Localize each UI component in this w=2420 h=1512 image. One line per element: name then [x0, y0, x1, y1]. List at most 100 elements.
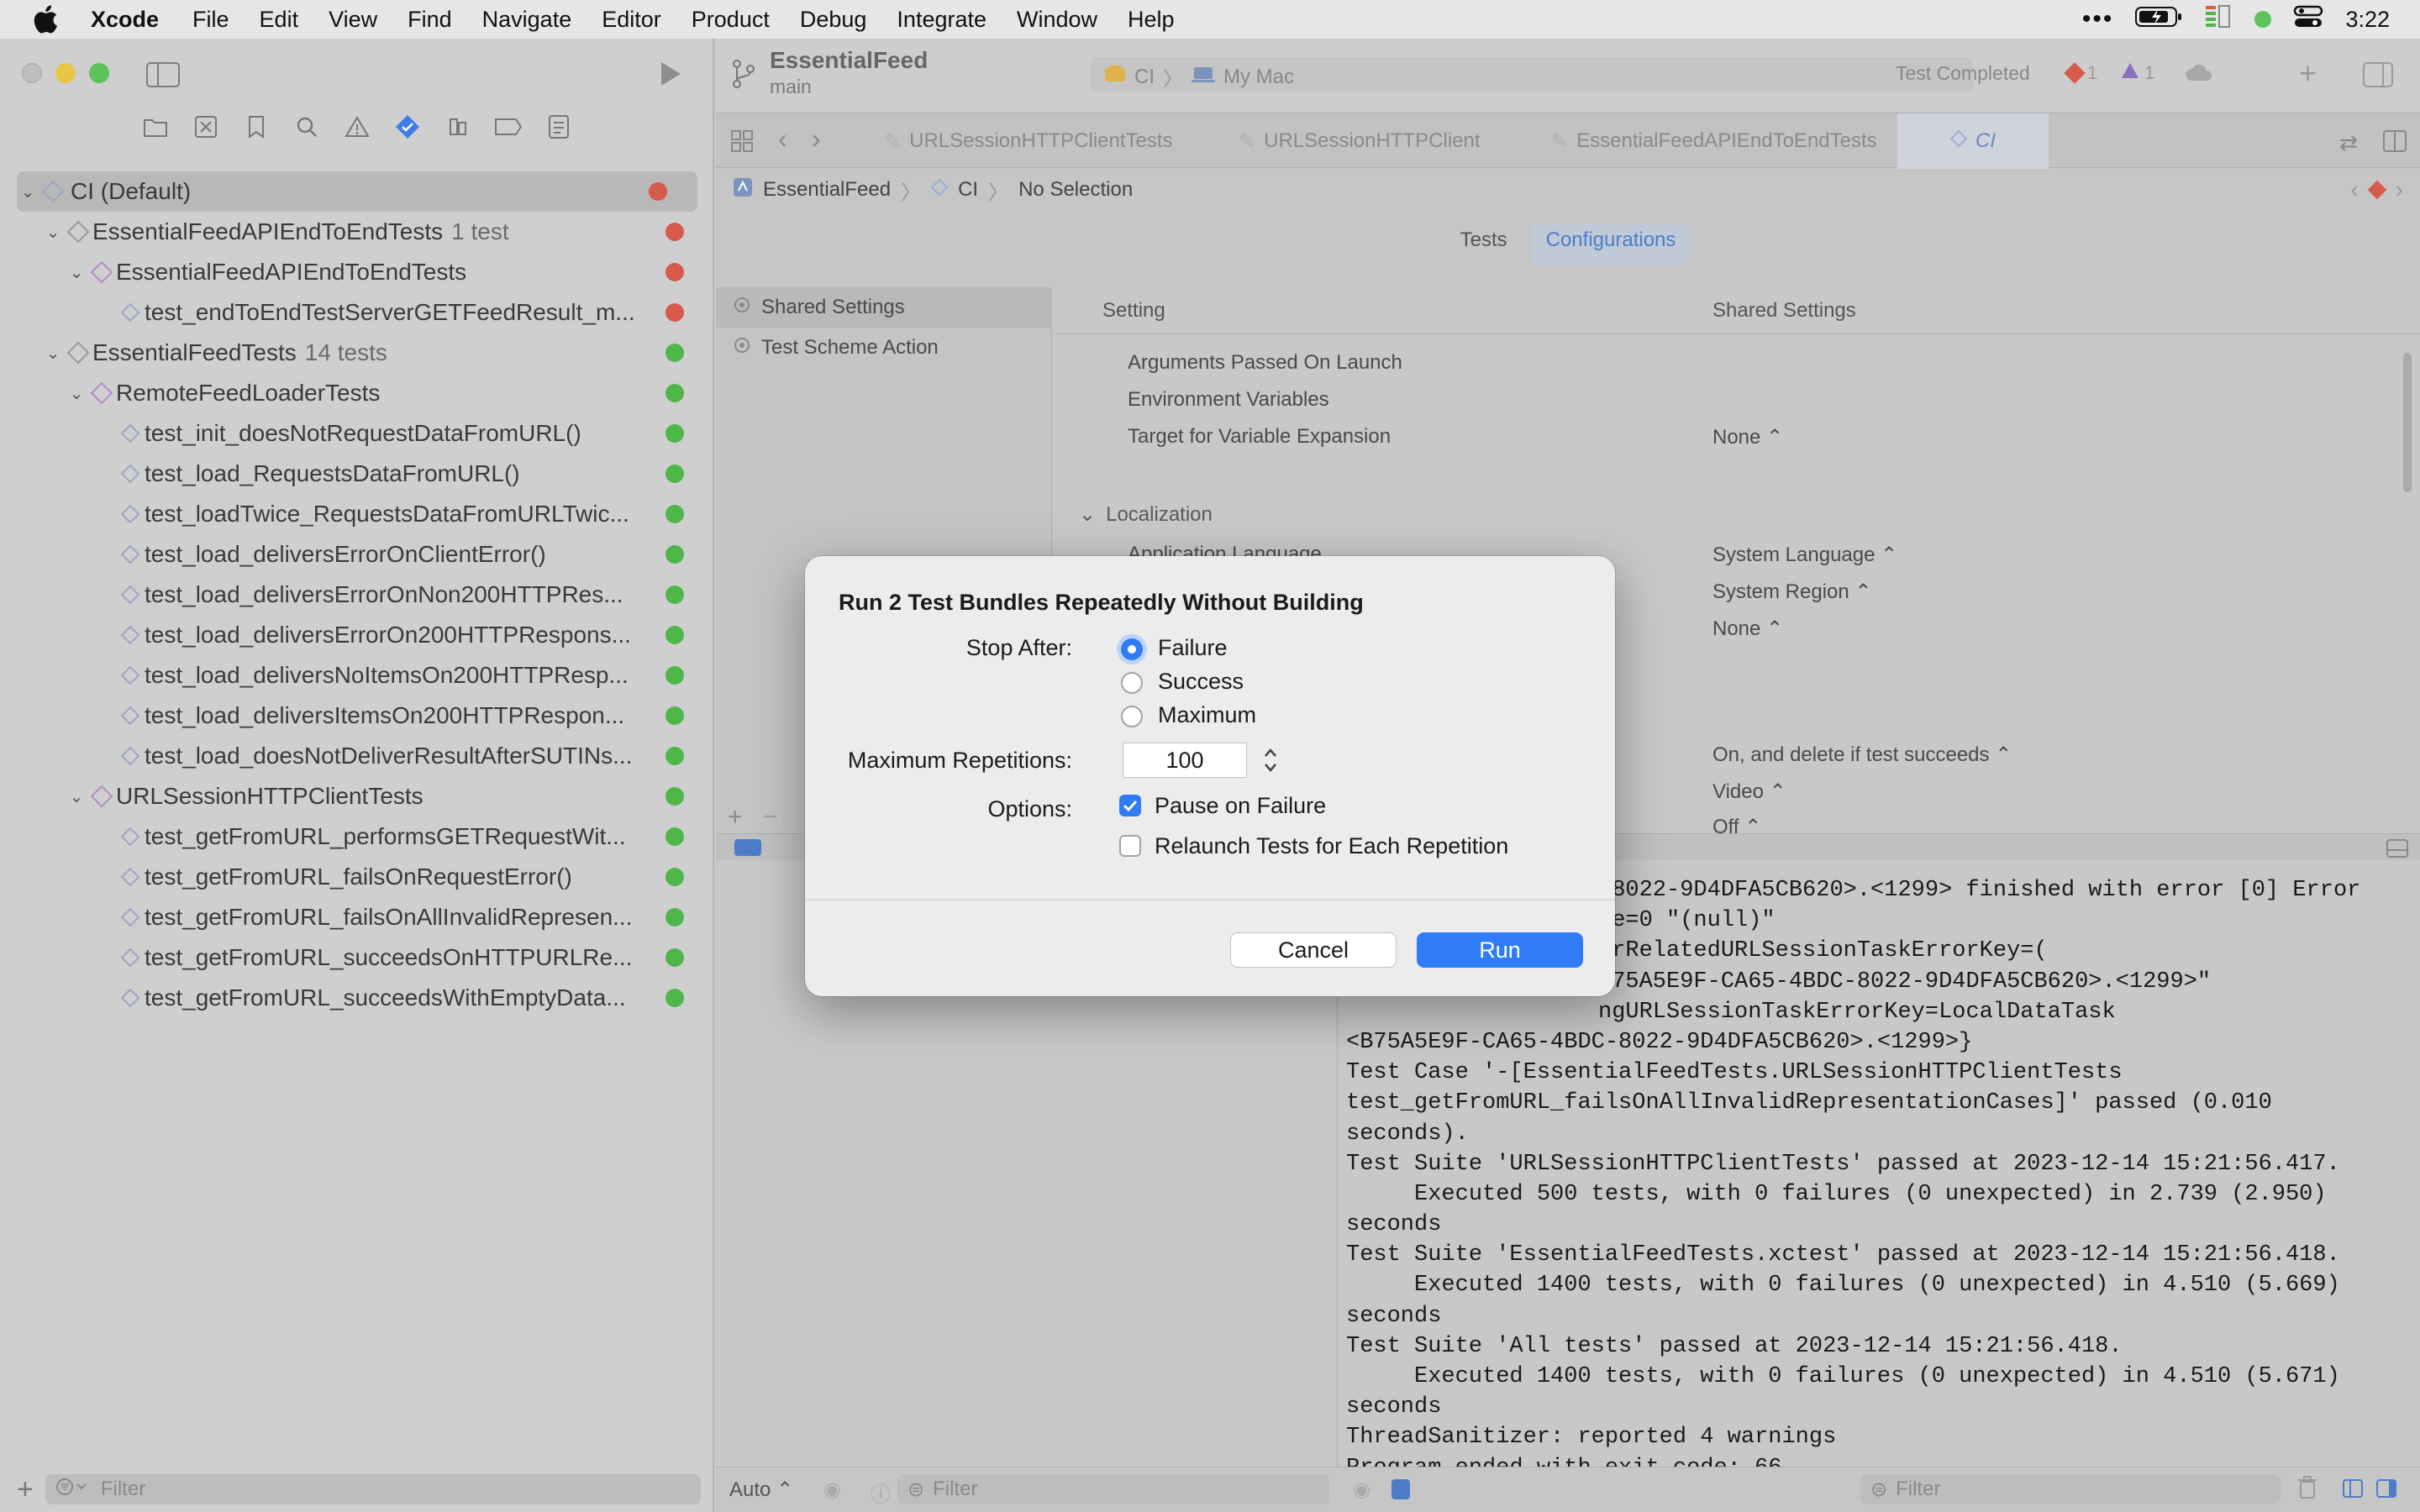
- tree-row-test-case[interactable]: test_load_RequestsDataFromURL(): [0, 454, 714, 494]
- tree-row-api-class[interactable]: ⌄ EssentialFeedAPIEndToEndTests: [0, 252, 714, 292]
- debug-navigator-icon[interactable]: [444, 113, 472, 141]
- window-zoom-button[interactable]: [89, 63, 109, 83]
- eye-icon[interactable]: ◉: [1353, 1478, 1370, 1502]
- menu-help[interactable]: Help: [1113, 7, 1190, 33]
- radio-maximum-label[interactable]: Maximum: [1158, 702, 1256, 728]
- config-shared-settings[interactable]: Shared Settings: [716, 287, 1052, 328]
- menu-find[interactable]: Find: [392, 7, 467, 33]
- tree-row-test-case[interactable]: test_load_deliversItemsOn200HTTPRespon..…: [0, 696, 714, 736]
- swap-icon[interactable]: ⇄: [2339, 130, 2358, 156]
- relaunch-tests-checkbox[interactable]: [1119, 835, 1141, 857]
- variables-filter-field[interactable]: ⊜ Filter: [897, 1474, 1329, 1504]
- setting-value[interactable]: System Region ⌃: [1712, 580, 1872, 604]
- max-repetitions-stepper[interactable]: [1260, 743, 1281, 778]
- control-center-icon[interactable]: [2293, 5, 2323, 34]
- tree-row-test-case[interactable]: test_getFromURL_succeedsOnHTTPURLRe...: [0, 937, 714, 978]
- radio-failure[interactable]: [1121, 638, 1143, 660]
- cloud-icon[interactable]: [2185, 64, 2212, 87]
- search-icon[interactable]: [292, 113, 321, 141]
- add-config-icon[interactable]: +: [728, 803, 743, 832]
- run-icon[interactable]: [659, 60, 682, 92]
- chevron-down-icon[interactable]: ⌄: [66, 262, 87, 283]
- bookmark-icon[interactable]: [242, 113, 271, 141]
- tree-row-test-case[interactable]: test_load_deliversNoItemsOn200HTTPResp..…: [0, 655, 714, 696]
- sidebar-toggle-icon[interactable]: [146, 62, 180, 92]
- split-editor-icon[interactable]: [2383, 130, 2407, 156]
- radio-success-label[interactable]: Success: [1158, 669, 1244, 695]
- radio-success[interactable]: [1121, 672, 1143, 694]
- jump-plan[interactable]: CI: [958, 178, 978, 202]
- remove-config-icon[interactable]: −: [763, 803, 778, 832]
- tree-row-test-case[interactable]: test_load_deliversErrorOnClientError(): [0, 534, 714, 575]
- radio-failure-label[interactable]: Failure: [1158, 635, 1228, 661]
- source-control-icon[interactable]: [192, 113, 220, 141]
- tree-row-ci-plan[interactable]: ⌄ CI (Default): [17, 171, 697, 212]
- test-navigator-icon[interactable]: [393, 113, 422, 141]
- chevron-down-icon[interactable]: ⌄: [66, 786, 87, 807]
- menu-navigate[interactable]: Navigate: [467, 7, 587, 33]
- setting-row[interactable]: Arguments Passed On Launch: [1054, 344, 2365, 381]
- menu-file[interactable]: File: [177, 7, 245, 33]
- tree-row-test-case[interactable]: test_getFromURL_failsOnRequestError(): [0, 857, 714, 897]
- setting-row[interactable]: Environment Variables: [1054, 381, 2365, 418]
- tree-row-test-case[interactable]: test_init_doesNotRequestDataFromURL(): [0, 413, 714, 454]
- window-minimize-button[interactable]: [55, 63, 76, 83]
- info-icon[interactable]: ⓘ: [871, 1478, 891, 1507]
- chevron-down-icon[interactable]: ⌄: [42, 343, 64, 364]
- menu-window[interactable]: Window: [1002, 7, 1113, 33]
- tree-row-remote-class[interactable]: ⌄ RemoteFeedLoaderTests: [0, 373, 714, 413]
- tree-row-test-case[interactable]: test_getFromURL_succeedsWithEmptyData...: [0, 978, 714, 1018]
- settings-scrollbar[interactable]: [2403, 353, 2412, 492]
- menu-edit[interactable]: Edit: [245, 7, 314, 33]
- next-issue-icon[interactable]: ›: [2396, 176, 2403, 203]
- apple-menu-icon[interactable]: [0, 5, 91, 34]
- chevron-down-icon[interactable]: ⌄: [17, 181, 39, 202]
- jump-selection[interactable]: No Selection: [1018, 178, 1133, 202]
- menu-view[interactable]: View: [313, 7, 392, 33]
- relaunch-tests-label[interactable]: Relaunch Tests for Each Repetition: [1155, 833, 1508, 859]
- add-icon[interactable]: +: [17, 1473, 34, 1506]
- console-filter-field[interactable]: ⊜ Filter: [1860, 1474, 2281, 1504]
- menu-integrate[interactable]: Integrate: [881, 7, 1002, 33]
- error-count[interactable]: 1: [2064, 62, 2097, 84]
- config-test-scheme-action[interactable]: Test Scheme Action: [716, 328, 1052, 368]
- section-localization[interactable]: ⌄ Localization: [1054, 496, 2365, 533]
- report-icon[interactable]: [544, 113, 573, 141]
- setting-value[interactable]: None ⌃: [1712, 617, 1783, 641]
- menu-debug[interactable]: Debug: [785, 7, 882, 33]
- trash-icon[interactable]: [2297, 1476, 2317, 1504]
- setting-value[interactable]: Video ⌃: [1712, 780, 1786, 804]
- tree-row-api-bundle[interactable]: ⌄ EssentialFeedAPIEndToEndTests 1 test: [0, 212, 714, 252]
- setting-row[interactable]: Target for Variable Expansion None ⌃: [1054, 418, 2365, 455]
- pause-on-failure-label[interactable]: Pause on Failure: [1155, 793, 1326, 819]
- activity-icon[interactable]: [2204, 4, 2233, 35]
- tree-row-test-case[interactable]: test_loadTwice_RequestsDataFromURLTwic..…: [0, 494, 714, 534]
- show-console-icon[interactable]: [2376, 1479, 2396, 1502]
- battery-icon[interactable]: [2135, 6, 2182, 34]
- jump-project[interactable]: EssentialFeed: [763, 178, 891, 202]
- menu-app-name[interactable]: Xcode: [91, 7, 177, 33]
- tree-row-test-case[interactable]: test_getFromURL_performsGETRequestWit...: [0, 816, 714, 857]
- tab-configurations[interactable]: Configurations: [1530, 223, 1691, 265]
- previous-issue-icon[interactable]: ‹: [2350, 176, 2358, 203]
- tab-api-end-to-end-tests[interactable]: ✎ EssentialFeedAPIEndToEndTests: [1551, 113, 1877, 169]
- back-chevron-icon[interactable]: ‹: [778, 123, 787, 155]
- setting-value[interactable]: On, and delete if test succeeds ⌃: [1712, 743, 2012, 767]
- setting-value[interactable]: None ⌃: [1712, 425, 1783, 449]
- eye-icon[interactable]: ◉: [823, 1478, 841, 1502]
- library-add-icon[interactable]: +: [2299, 55, 2317, 91]
- tab-urlsession-httpclient[interactable]: ✎ URLSessionHTTPClient: [1239, 113, 1516, 169]
- tree-row-test-case[interactable]: test_load_deliversErrorOn200HTTPRespons.…: [0, 615, 714, 655]
- tree-row-test-case[interactable]: test_load_doesNotDeliverResultAfterSUTIN…: [0, 736, 714, 776]
- console-options-icon[interactable]: [1392, 1479, 1410, 1499]
- status-dot-icon[interactable]: [2254, 11, 2272, 28]
- tree-row-test-case[interactable]: test_endToEndTestServerGETFeedResult_m..…: [0, 292, 714, 333]
- warning-count[interactable]: 1: [2121, 62, 2154, 84]
- breakpoint-icon[interactable]: [494, 113, 523, 141]
- setting-value[interactable]: System Language ⌃: [1712, 543, 1897, 567]
- scheme-selector[interactable]: CI 〉 My Mac: [1104, 62, 1294, 92]
- run-button[interactable]: Run: [1417, 932, 1583, 968]
- variables-scope-select[interactable]: Auto ⌃: [729, 1478, 793, 1502]
- chevron-down-icon[interactable]: ⌄: [66, 383, 87, 404]
- breakpoints-toggle-icon[interactable]: [734, 839, 761, 856]
